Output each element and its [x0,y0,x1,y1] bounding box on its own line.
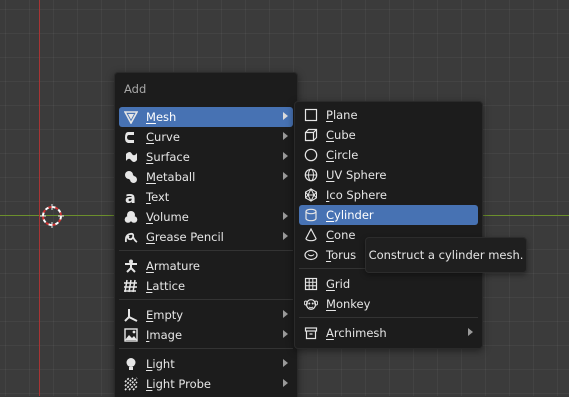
menu-item-light-probe[interactable]: Light Probe [119,374,293,394]
curve-icon [123,129,139,145]
menu-item-image[interactable]: Image [119,325,293,345]
cylinder-icon [303,207,319,223]
cube-icon [303,127,319,143]
menu-item-plane[interactable]: Plane [299,105,478,125]
menu-item-mesh[interactable]: Mesh [119,107,293,127]
menu-item-grease-pencil[interactable]: Grease Pencil [119,227,293,247]
ico-sphere-icon [303,187,319,203]
menu-item-label: Torus [326,248,357,262]
monkey-icon [303,296,319,312]
submenu-arrow-icon [283,172,288,180]
volume-icon [123,209,139,225]
3d-cursor-icon[interactable] [40,204,64,228]
submenu-arrow-icon [283,359,288,367]
menu-item-label: Grease Pencil [146,230,224,244]
submenu-arrow-icon [283,152,288,160]
menu-separator [119,250,293,251]
mesh-icon [123,109,139,125]
empty-icon [123,307,139,323]
menu-item-label: Empty [146,308,184,322]
menu-item-cylinder[interactable]: Cylinder [299,205,478,225]
grid-icon [303,276,319,292]
submenu-arrow-icon [283,112,288,120]
menu-item-metaball[interactable]: Metaball [119,167,293,187]
grease-pencil-icon [123,229,139,245]
menu-item-grid[interactable]: Grid [299,274,478,294]
menu-item-lattice[interactable]: Lattice [119,276,293,296]
uv-sphere-icon [303,167,319,183]
menu-item-empty[interactable]: Empty [119,305,293,325]
menu-item-label: Surface [146,150,190,164]
menu-item-label: Lattice [146,279,186,293]
menu-item-label: Ico Sphere [326,188,387,202]
menu-item-label: Metaball [146,170,196,184]
menu-item-label: Volume [146,210,189,224]
menu-item-label: Image [146,328,183,342]
menu-item-label: Cube [326,128,356,142]
text-icon: a [123,189,139,205]
light-probe-icon [123,376,139,392]
torus-icon [303,247,319,263]
menu-item-label: Cylinder [326,208,374,222]
submenu-arrow-icon [283,379,288,387]
surface-icon [123,149,139,165]
menu-item-label: Armature [146,259,200,273]
tooltip: Construct a cylinder mesh. [365,237,527,273]
menu-item-archimesh[interactable]: Archimesh [299,323,478,343]
menu-item-label: Cone [326,228,356,242]
archimesh-icon [303,325,319,341]
tooltip-text: Construct a cylinder mesh. [368,248,524,262]
menu-item-label: Plane [326,108,358,122]
metaball-icon [123,169,139,185]
add-menu-title: Add [124,82,147,96]
armature-icon [123,258,139,274]
submenu-arrow-icon [468,328,473,336]
light-icon [123,356,139,372]
menu-item-label: Mesh [146,110,177,124]
menu-separator [119,348,293,349]
menu-item-curve[interactable]: Curve [119,127,293,147]
menu-item-monkey[interactable]: Monkey [299,294,478,314]
submenu-arrow-icon [283,330,288,338]
submenu-arrow-icon [283,232,288,240]
menu-item-label: Curve [146,130,180,144]
submenu-arrow-icon [283,310,288,318]
menu-item-label: Light Probe [146,377,211,391]
menu-item-label: Grid [326,277,351,291]
plane-icon [303,107,319,123]
menu-item-light[interactable]: Light [119,354,293,374]
menu-item-text[interactable]: a Text [119,187,293,207]
add-menu: Add Mesh Curve Surface Metaball a Text Volume G… [114,72,298,397]
menu-separator [119,299,293,300]
menu-separator [299,317,478,318]
y-axis-line [39,0,40,396]
mesh-submenu: Plane Cube Circle UV Sphere Ico Sphere Cylind… [294,101,483,349]
menu-item-label: UV Sphere [326,168,387,182]
lattice-icon [123,278,139,294]
menu-item-label: Monkey [326,297,371,311]
menu-item-uv-sphere[interactable]: UV Sphere [299,165,478,185]
menu-item-volume[interactable]: Volume [119,207,293,227]
menu-item-label: Text [146,190,170,204]
menu-item-armature[interactable]: Armature [119,256,293,276]
submenu-arrow-icon [283,212,288,220]
menu-item-circle[interactable]: Circle [299,145,478,165]
menu-item-label: Light [146,357,175,371]
svg-text:a: a [125,189,136,205]
image-icon [123,327,139,343]
menu-item-cube[interactable]: Cube [299,125,478,145]
menu-item-surface[interactable]: Surface [119,147,293,167]
menu-item-ico-sphere[interactable]: Ico Sphere [299,185,478,205]
menu-item-label: Circle [326,148,359,162]
circle-icon [303,147,319,163]
submenu-arrow-icon [283,132,288,140]
menu-item-label: Archimesh [326,326,387,340]
cone-icon [303,227,319,243]
